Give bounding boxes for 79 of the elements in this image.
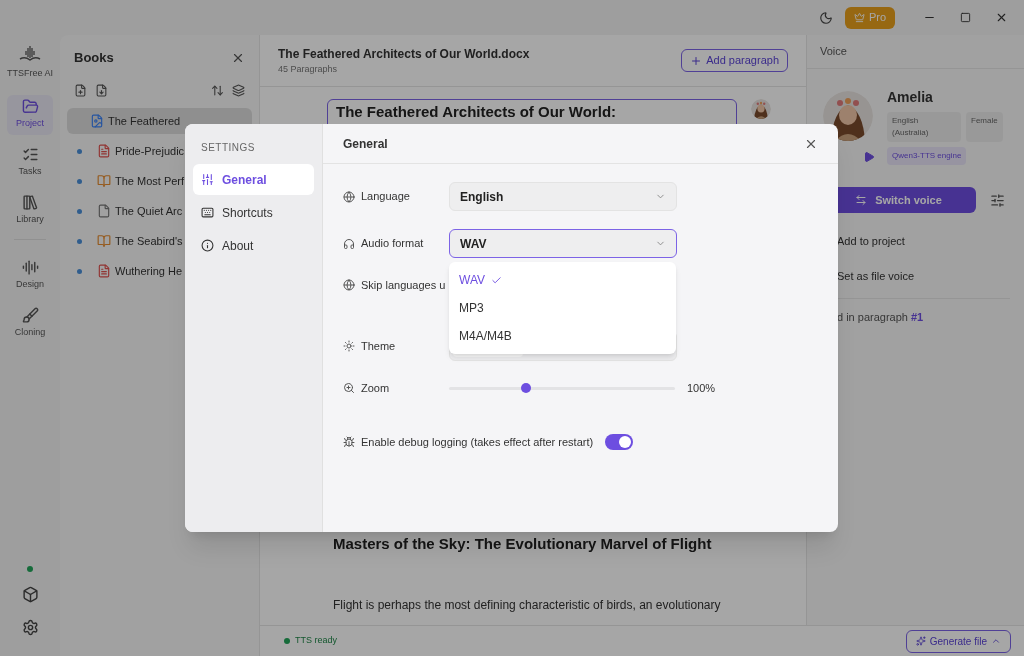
document-icon [90,114,104,128]
settings-icon[interactable] [21,619,39,636]
bug-icon [343,436,355,448]
book-icon [97,234,111,248]
usage-text: d in paragraph #1 [836,310,925,325]
maximize-icon[interactable] [960,12,971,23]
zoom-slider[interactable] [449,383,675,393]
headphones-icon [343,237,355,250]
status-text: TTS ready [295,634,337,648]
slider-thumb[interactable] [520,383,531,393]
dialog-title: General [343,135,388,153]
document-icon [97,264,111,278]
crown-icon [853,12,865,23]
book-icon [97,174,111,188]
settings-heading: SETTINGS [201,141,256,155]
swap-icon [855,194,868,206]
folder-icon [21,98,39,116]
voice-tag: Female [966,112,1003,142]
select-field[interactable]: English [449,182,677,211]
check-icon [491,274,502,286]
book-item[interactable]: Wuthering He [67,258,252,284]
cube-icon[interactable] [21,586,39,603]
setting-label: Audio format [361,236,424,252]
dropdown-option[interactable]: M4A/M4B [449,322,676,350]
document-icon [97,144,111,158]
sound-wave-icon [21,259,39,277]
document-title: The Feathered Architects of Our World.docx [278,45,530,63]
document-heading: The Feathered Architects of Our World: [336,103,617,120]
sparkle-icon [915,636,926,646]
settings-nav-item[interactable]: Shortcuts [193,197,314,228]
panel-title: Voice [820,44,847,60]
zoom-in-icon [343,382,355,394]
section-heading: Masters of the Sky: The Evolutionary Marvel of Flight [333,534,713,554]
file-icon [97,204,111,218]
setting-label: Zoom [361,380,390,396]
rail-tab[interactable]: Cloning [7,303,53,344]
add-paragraph-button[interactable]: Add paragraph [681,49,788,72]
settings-nav-item[interactable]: General [193,164,314,195]
zoom-value: 100% [687,380,716,396]
brush-icon [21,307,39,325]
rail-tab[interactable]: Tasks [7,142,53,183]
dropdown-option[interactable]: MP3 [449,294,676,322]
keyboard-icon [201,206,214,219]
voice-name: Amelia [887,88,934,107]
setting-label: Language [361,189,410,205]
settings-nav-item[interactable]: About [193,230,314,261]
settings-sliders-icon[interactable] [990,192,1005,208]
globe-icon [343,279,355,291]
layers-icon[interactable] [232,83,245,97]
import-icon[interactable] [95,83,108,97]
new-file-icon[interactable] [74,83,87,97]
paragraph-text: Flight is perhaps the most defining characteristic of birds, an evolutionary [333,596,722,614]
sliders-icon [201,173,214,186]
sun-icon [343,340,355,352]
dark-mode-icon[interactable] [819,10,833,25]
info-icon [201,239,214,252]
panel-title: Books [74,48,114,67]
generate-file-button[interactable]: Generate file [905,629,1011,653]
setting-label: Theme [361,338,396,354]
setting-label: Enable debug logging (takes effect after restart) [361,434,594,450]
sort-icon[interactable] [211,83,224,97]
voice-tag: English (Australia) [887,112,961,142]
books-icon [21,194,39,212]
voice-tag: Qwen3-TTS engine [887,147,967,165]
close-icon[interactable] [995,11,1008,24]
rail-tab[interactable]: Design [7,255,53,296]
setting-label: Skip languages u [361,277,446,293]
logo-icon [19,45,41,63]
rail-tab[interactable]: Project [7,94,53,135]
globe-icon [343,190,355,203]
paragraph-count: 45 Paragraphs [278,62,339,76]
dropdown-option[interactable]: WAV [449,266,676,294]
play-icon[interactable] [863,151,875,163]
chevron-up-icon [991,636,1001,646]
app-name: TTSFree AI [7,67,53,80]
plus-icon [690,54,703,67]
select-field[interactable]: WAV [449,229,677,258]
toggle-switch[interactable] [605,434,634,450]
rail-tab[interactable]: Library [7,190,53,231]
